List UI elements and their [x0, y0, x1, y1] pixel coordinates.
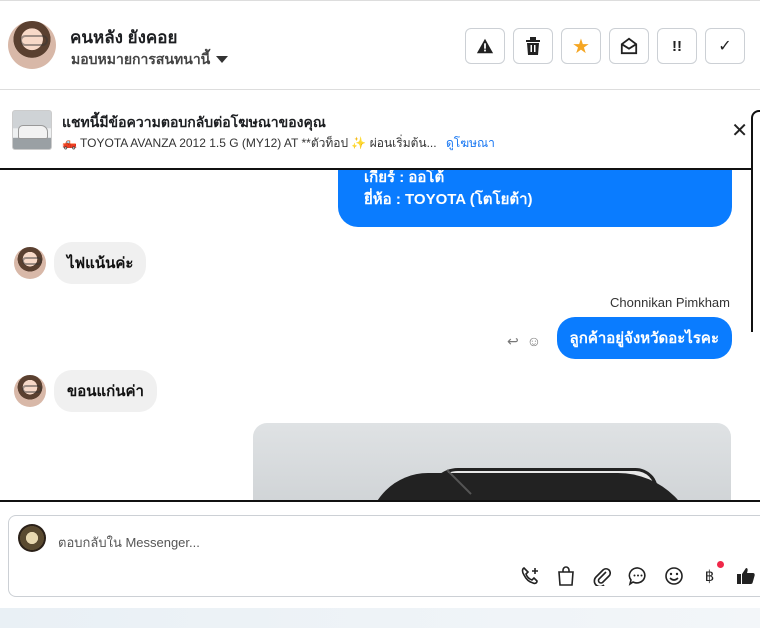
page-footer-strip — [0, 608, 760, 628]
trash-icon — [526, 37, 540, 55]
smiley-icon[interactable] — [661, 564, 686, 588]
reply-composer[interactable]: ตอบกลับใน Messenger... ฿ — [8, 515, 760, 597]
incoming-message: ขอนแก่นค่า — [54, 370, 157, 412]
contact-name[interactable]: คนหลัง ยังคอย — [70, 24, 177, 51]
view-ad-link[interactable]: ดูโฆษณา — [446, 136, 495, 150]
delete-button[interactable] — [513, 28, 553, 64]
paperclip-icon[interactable] — [589, 564, 614, 588]
phone-plus-icon[interactable] — [517, 564, 542, 588]
warning-icon — [476, 38, 494, 54]
contact-avatar[interactable] — [8, 21, 56, 69]
ad-thumbnail[interactable] — [12, 110, 52, 150]
car-photo-attachment[interactable] — [253, 423, 731, 500]
ad-banner-subtitle: 🛻 TOYOTA AVANZA 2012 1.5 G (MY12) AT **ต… — [62, 134, 495, 153]
mark-unread-button[interactable] — [609, 28, 649, 64]
customer-avatar[interactable] — [14, 247, 46, 279]
shopping-bag-icon-svg — [557, 566, 574, 586]
caret-down-icon — [216, 55, 229, 63]
double-exclamation-icon: !! — [672, 37, 682, 55]
brand-line: ยี่ห้อ : TOYOTA (โตโยต้า) — [364, 191, 533, 208]
message-thread[interactable]: เกียร์ : ออโต้ ยี่ห้อ : TOYOTA (โตโยต้า)… — [0, 170, 760, 502]
checkmark-icon: ✓ — [718, 38, 732, 55]
message-actions: ↩ ☺ — [507, 333, 541, 350]
smiley-icon-svg — [664, 567, 683, 585]
reply-input[interactable]: ตอบกลับใน Messenger... — [58, 532, 200, 553]
page-avatar — [18, 524, 46, 552]
paperclip-icon-svg — [593, 567, 611, 586]
outgoing-message: ลูกค้าอยู่จังหวัดอะไรคะ — [556, 317, 732, 359]
mark-done-button[interactable]: ✓ — [705, 28, 745, 64]
baht-icon[interactable]: ฿ — [697, 561, 724, 588]
ad-reply-banner: แชทนี้มีข้อความตอบกลับต่อโฆษณาของคุณ 🛻 T… — [0, 90, 760, 170]
star-button[interactable]: ★ — [561, 28, 601, 64]
react-icon[interactable]: ☺ — [527, 333, 541, 350]
phone-plus-icon-svg — [521, 567, 538, 585]
side-panel-edge — [751, 110, 760, 332]
composer-toolbar: ฿ — [517, 561, 758, 588]
thumbs-up-icon[interactable] — [733, 564, 758, 588]
follow-up-button[interactable]: !! — [657, 28, 697, 64]
shopping-bag-icon[interactable] — [553, 564, 578, 588]
ad-description: 🛻 TOYOTA AVANZA 2012 1.5 G (MY12) AT **ต… — [62, 136, 437, 150]
reply-icon[interactable]: ↩ — [507, 333, 519, 350]
envelope-open-icon — [620, 37, 638, 55]
assign-label: มอบหมายการสนทนานี้ — [71, 51, 211, 67]
sender-name: Chonnikan Pimkham — [610, 295, 730, 310]
report-button[interactable] — [465, 28, 505, 64]
chat-bubble-icon-svg — [628, 567, 646, 586]
assign-conversation-dropdown[interactable]: มอบหมายการสนทนานี้ — [71, 49, 229, 71]
notification-dot — [717, 561, 724, 568]
incoming-message: ไฟแน้นค่ะ — [54, 242, 147, 284]
thumbs-up-icon-svg — [736, 568, 755, 584]
car-info-message: เกียร์ : ออโต้ ยี่ห้อ : TOYOTA (โตโยต้า) — [338, 170, 732, 227]
ad-banner-title: แชทนี้มีข้อความตอบกลับต่อโฆษณาของคุณ — [62, 114, 326, 130]
baht-glyph: ฿ — [704, 568, 715, 585]
gear-line: เกียร์ : ออโต้ — [364, 170, 445, 186]
star-icon: ★ — [572, 35, 590, 58]
close-icon[interactable]: ✕ — [731, 118, 748, 143]
customer-avatar[interactable] — [14, 375, 46, 407]
conversation-header: คนหลัง ยังคอย มอบหมายการสนทนานี้ ★ !! ✓ — [0, 0, 760, 90]
chat-bubble-icon[interactable] — [625, 564, 650, 588]
